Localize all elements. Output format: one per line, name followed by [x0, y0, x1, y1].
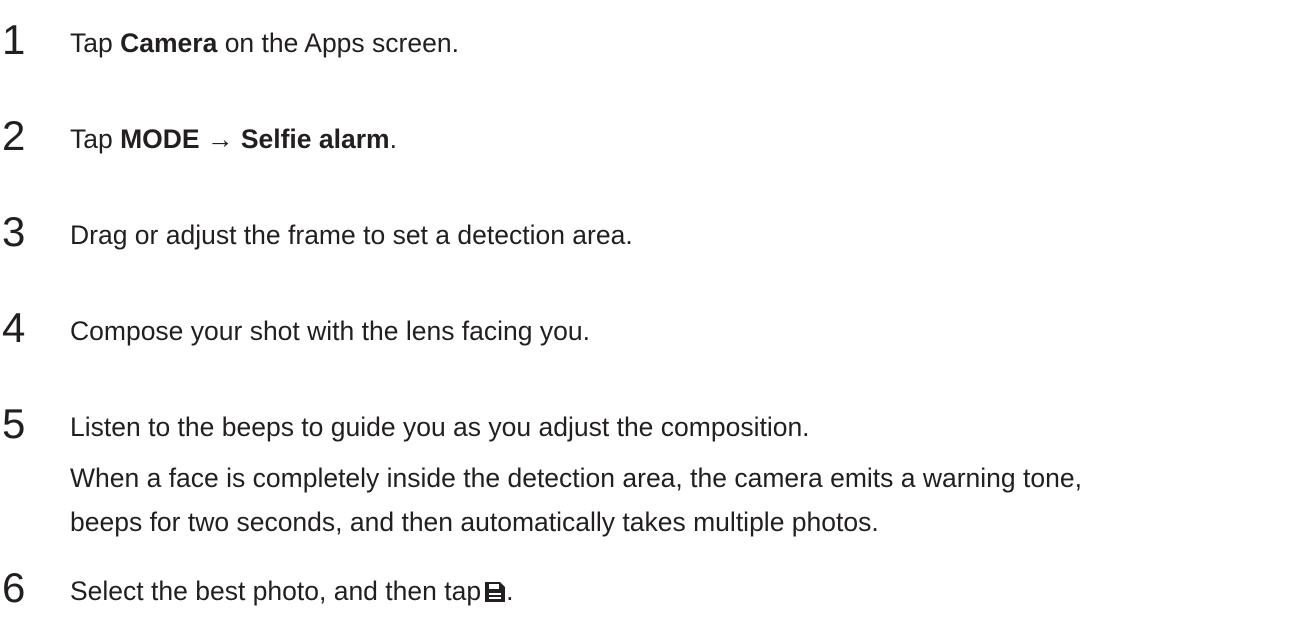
- step-text: Select the best photo, and then tap.: [70, 574, 513, 608]
- step-number: 2: [2, 112, 25, 159]
- step-text: Listen to the beeps to guide you as you …: [70, 412, 810, 442]
- step-number: 6: [2, 564, 25, 611]
- step-bold-term: MODE: [120, 124, 200, 154]
- step-bold-term: Camera: [120, 28, 218, 58]
- step-arrow: →: [199, 124, 241, 154]
- step-number: 3: [2, 208, 25, 255]
- step-text: Compose your shot with the lens facing y…: [70, 316, 590, 346]
- step-text: Tap MODE → Selfie alarm.: [70, 122, 397, 156]
- step-text-post: on the Apps screen.: [217, 28, 459, 58]
- step-number: 5: [2, 400, 25, 447]
- step-number: 1: [2, 16, 25, 63]
- save-icon: [484, 577, 506, 602]
- step-text: Tap Camera on the Apps screen.: [70, 26, 459, 60]
- step-text: Drag or adjust the frame to set a detect…: [70, 220, 633, 250]
- step-text-post: .: [506, 576, 514, 606]
- instruction-steps: 1 Tap Camera on the Apps screen. 2 Tap M…: [0, 0, 1314, 634]
- step-text-main: Select the best photo, and then tap: [70, 576, 482, 606]
- step-detail-line: When a face is completely inside the det…: [70, 463, 1082, 493]
- step-number: 4: [2, 304, 25, 351]
- step-text-post: .: [389, 124, 397, 154]
- step-detail-line: beeps for two seconds, and then automati…: [70, 507, 879, 537]
- step-bold-term-2: Selfie alarm: [240, 124, 390, 154]
- step-text-pre: Tap: [70, 124, 121, 154]
- step-text-pre: Tap: [70, 28, 121, 58]
